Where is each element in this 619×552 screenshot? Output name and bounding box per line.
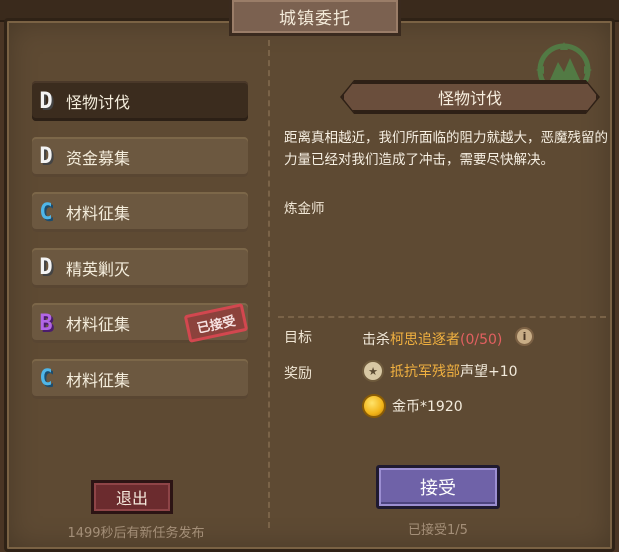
rank-c-icon: C xyxy=(39,366,53,391)
quest-name: 材料征集 xyxy=(66,370,131,390)
quest-giver: 炼金师 xyxy=(284,201,325,217)
rank-d-icon: D xyxy=(39,88,53,114)
reward-reputation: ★ 抵抗军残部 声望+10 xyxy=(362,360,518,382)
goal-progress: (0/50) xyxy=(460,332,503,348)
quest-item-fund-raising[interactable]: D 资金募集 xyxy=(32,136,248,177)
reward-gold-value: 金币*1920 xyxy=(392,399,463,415)
rank-d-icon: D xyxy=(39,144,53,169)
goal-target: 柯思追逐者 xyxy=(390,332,460,348)
accept-button[interactable]: 接受 xyxy=(376,465,500,509)
goal-prefix: 击杀 xyxy=(362,332,390,348)
window-title: 城镇委托 xyxy=(229,0,401,36)
accepted-count: 已接受1/5 xyxy=(408,523,468,538)
rank-d-icon: D xyxy=(39,255,53,280)
accepted-stamp: 已接受 xyxy=(183,303,249,343)
quest-item-monster-hunt[interactable]: D 怪物讨伐 xyxy=(32,81,248,121)
reward-faction: 抵抗军残部 xyxy=(390,364,460,380)
gold-coin-icon xyxy=(362,394,386,418)
quest-item-material-collection-accepted[interactable]: B 材料征集 已接受 xyxy=(32,303,249,343)
goal-label: 目标 xyxy=(284,330,312,346)
reward-gold: 金币*1920 xyxy=(362,394,463,418)
reward-reputation-value: 声望+10 xyxy=(460,364,518,380)
quest-name: 资金募集 xyxy=(66,148,131,168)
column-divider xyxy=(268,40,270,528)
quest-description: 距离真相越近，我们所面临的阻力就越大，恶魔残留的力量已经对我们造成了冲击，需要尽… xyxy=(284,130,608,168)
detail-separator xyxy=(278,316,606,318)
quest-list: D 怪物讨伐 D 资金募集 C 材料征集 D 精英剿灭 B 材料征集 已接受 C… xyxy=(32,81,249,414)
quest-name: 精英剿灭 xyxy=(66,259,131,279)
quest-name: 材料征集 xyxy=(66,315,131,334)
reward-label: 奖励 xyxy=(284,366,312,382)
goal-text: 击杀柯思追逐者(0/50) xyxy=(362,329,502,349)
quest-item-elite-extermination[interactable]: D 精英剿灭 xyxy=(32,247,248,288)
quest-name: 材料征集 xyxy=(66,204,131,223)
reputation-badge-icon: ★ xyxy=(362,360,384,382)
quest-item-material-collection[interactable]: C 材料征集 xyxy=(32,192,248,232)
exit-button[interactable]: 退出 xyxy=(91,480,173,514)
info-icon[interactable]: i xyxy=(515,327,534,346)
quest-name: 怪物讨伐 xyxy=(66,93,131,112)
quest-title-banner: 怪物讨伐 xyxy=(342,82,598,112)
rank-c-icon: C xyxy=(39,199,53,225)
quest-item-material-collection-2[interactable]: C 材料征集 xyxy=(32,358,248,399)
rank-b-icon: B xyxy=(39,310,53,336)
new-quest-timer: 1499秒后有新任务发布 xyxy=(67,526,205,541)
